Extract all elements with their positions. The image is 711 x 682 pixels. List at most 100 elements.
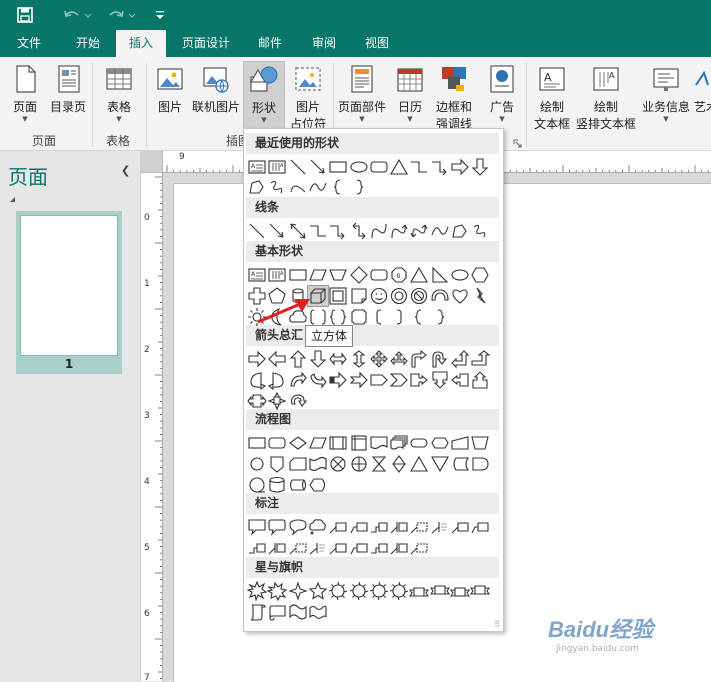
shape-blockarc-icon[interactable] [430, 286, 450, 306]
shape-freeform-icon[interactable] [450, 221, 470, 241]
shape-fcDisplay-icon[interactable] [308, 475, 328, 495]
page-button[interactable]: 页面 ▼ [4, 61, 46, 131]
online-picture-button[interactable]: 联机图片 [190, 61, 242, 131]
shape-ribbonUp-icon[interactable] [450, 581, 470, 601]
toc-button[interactable]: 目录页 [47, 61, 89, 131]
shape-coDash-icon[interactable] [409, 517, 429, 537]
shape-fcDelay-icon[interactable] [470, 454, 490, 474]
tab-file[interactable]: 文件 [5, 30, 53, 57]
shape-arrowUD-icon[interactable] [349, 349, 369, 369]
shape-rrect-icon[interactable] [369, 265, 389, 285]
shape-fcOr-icon[interactable] [349, 454, 369, 474]
tab-insert[interactable]: 插入 [116, 30, 166, 57]
shape-textbox-icon[interactable]: A [247, 157, 267, 177]
shape-leftup-icon[interactable] [450, 349, 470, 369]
shape-curve-icon[interactable] [369, 221, 389, 241]
shape-fcInternal-icon[interactable] [349, 433, 369, 453]
shape-bentup-icon[interactable] [470, 349, 491, 369]
shape-fcPrep-icon[interactable] [430, 433, 450, 453]
ad-button[interactable]: 广告 ▼ [484, 61, 520, 131]
shape-wave-icon[interactable] [308, 177, 328, 197]
shape-arrowLR-icon[interactable] [328, 349, 348, 369]
shape-fcTerminator-icon[interactable] [409, 433, 429, 453]
shape-fcProcess-icon[interactable] [247, 433, 267, 453]
shape-fcTape-icon[interactable] [308, 454, 328, 474]
table-button[interactable]: 表格 ▼ [98, 61, 140, 131]
shape-starNum-icon[interactable] [389, 581, 409, 601]
shape-scribble-icon[interactable] [470, 221, 490, 241]
ribbon-launcher-icon[interactable] [513, 137, 522, 148]
shape-curvedL-icon[interactable] [267, 370, 287, 390]
shape-fcManualOp-icon[interactable] [470, 433, 490, 453]
shape-coLine-icon[interactable] [450, 517, 470, 537]
picture-placeholder-button[interactable]: 图片 占位符 [287, 61, 329, 131]
shape-arrowR-icon[interactable] [247, 349, 267, 369]
shape-fcMerge-icon[interactable] [430, 454, 450, 474]
shape-starNum-icon[interactable] [349, 581, 369, 601]
shape-donut-icon[interactable] [389, 286, 409, 306]
shape-fcConnector-icon[interactable] [247, 454, 267, 474]
shape-lbracket-icon[interactable] [369, 307, 389, 327]
shape-calloutU-icon[interactable] [470, 370, 490, 390]
shape-wave2-icon[interactable] [288, 602, 308, 622]
tab-home[interactable]: 开始 [63, 30, 113, 57]
tab-mailings[interactable]: 邮件 [250, 30, 290, 57]
save-icon[interactable] [14, 4, 36, 26]
shape-vtext-icon[interactable]: A [267, 265, 287, 285]
shape-coLine2-icon[interactable] [349, 538, 369, 558]
shape-curvedD-icon[interactable] [308, 370, 328, 390]
shape-scribble-icon[interactable] [267, 177, 287, 197]
shape-dblbrace-icon[interactable] [328, 307, 348, 327]
shape-curvearrow-icon[interactable] [389, 221, 409, 241]
shape-star4-icon[interactable] [287, 581, 308, 601]
shape-fcAlt-icon[interactable] [267, 433, 287, 453]
page-parts-button[interactable]: 页面部件 ▼ [336, 61, 388, 131]
shape-coLine-icon[interactable] [328, 538, 348, 558]
shape-coLine-icon[interactable] [328, 517, 348, 537]
shape-plaque-icon[interactable] [349, 307, 369, 327]
shape-lbrace-icon[interactable] [328, 177, 348, 197]
shape-coCloud-icon[interactable] [308, 517, 328, 537]
shape-arrowL-icon[interactable] [267, 349, 287, 369]
collapse-pane-icon[interactable]: ❮ [121, 164, 130, 177]
shape-fcPredef-icon[interactable] [328, 433, 348, 453]
shape-explosion1-icon[interactable] [247, 581, 267, 601]
shape-circArrow-icon[interactable] [288, 391, 308, 411]
shape-fcDocument-icon[interactable] [369, 433, 389, 453]
shape-hexagon-icon[interactable] [470, 265, 490, 285]
shape-lightning-icon[interactable] [470, 286, 490, 306]
shape-nosymbol-icon[interactable] [409, 286, 429, 306]
shape-heart-icon[interactable] [450, 286, 470, 306]
shape-diamond-icon[interactable] [349, 265, 369, 285]
shape-arrowD-icon[interactable] [470, 157, 490, 177]
shape-freeform-icon[interactable] [247, 177, 267, 197]
customize-qat-icon[interactable] [152, 4, 168, 26]
shape-coDash-icon[interactable] [409, 538, 429, 558]
shape-triangle-icon[interactable] [389, 157, 409, 177]
shape-chevron-icon[interactable] [389, 370, 409, 390]
shape-arrowR-icon[interactable] [450, 157, 470, 177]
shape-smiley-icon[interactable] [369, 286, 389, 306]
draw-textbox-button[interactable]: A 绘制 文本框 [532, 61, 572, 131]
shape-bevel-icon[interactable] [328, 286, 348, 306]
shape-fcDirect-icon[interactable] [288, 475, 308, 495]
tab-review[interactable]: 审阅 [302, 30, 346, 57]
shape-arrowline-icon[interactable] [308, 157, 328, 177]
shape-elbowdbl-icon[interactable] [349, 221, 369, 241]
redo-icon[interactable] [104, 4, 138, 26]
picture-button[interactable]: 图片 [152, 61, 188, 131]
shape-calloutL-icon[interactable] [450, 370, 470, 390]
shape-curvedU-icon[interactable] [288, 370, 308, 390]
shape-fcStoredData-icon[interactable] [450, 454, 470, 474]
calendar-button[interactable]: 日历 ▼ [392, 61, 428, 131]
shape-ellipse-icon[interactable] [450, 265, 470, 285]
shape-star5-icon[interactable] [308, 581, 328, 601]
shape-coAccent-icon[interactable] [267, 538, 287, 558]
shape-ribbonDown-icon[interactable] [470, 581, 491, 601]
shape-triangle-icon[interactable] [409, 265, 429, 285]
shape-fcOffpage-icon[interactable] [267, 454, 287, 474]
shape-rbrace-icon[interactable] [430, 307, 450, 327]
resize-grip-icon[interactable]: ⠿ [494, 620, 500, 629]
shape-uturn-icon[interactable] [430, 349, 450, 369]
shape-fcCard-icon[interactable] [288, 454, 308, 474]
